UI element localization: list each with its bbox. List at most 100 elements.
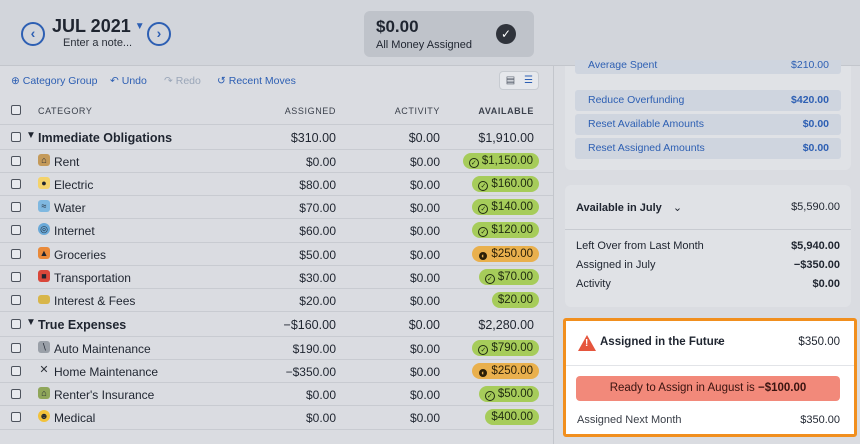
row-checkbox[interactable] — [11, 342, 21, 353]
reset-available-button[interactable]: Reset Available Amounts $0.00 — [575, 114, 841, 135]
month-note[interactable]: Enter a note... — [63, 37, 132, 49]
reset-assigned-button[interactable]: Reset Assigned Amounts $0.00 — [575, 138, 841, 159]
column-header-activity: ACTIVITY — [394, 106, 440, 116]
category-assigned[interactable]: $30.00 — [299, 271, 336, 285]
category-group-row[interactable]: ▼ True Expenses −$160.00 $0.00 $2,280.00 — [0, 312, 553, 337]
category-group-row[interactable]: ▼ Immediate Obligations $310.00 $0.00 $1… — [0, 125, 553, 150]
category-row[interactable]: ◎ Internet $60.00 $0.00 ✓ $120.00 — [0, 219, 553, 243]
category-activity[interactable]: $0.00 — [410, 342, 440, 356]
row-checkbox[interactable] — [11, 271, 21, 282]
row-checkbox[interactable] — [11, 202, 21, 213]
row-checkbox[interactable] — [11, 225, 21, 236]
row-checkbox[interactable] — [11, 132, 21, 142]
available-pill[interactable]: ✓ $140.00 — [472, 199, 539, 216]
view-toggle[interactable]: ▤ ☰ — [499, 71, 539, 90]
category-name[interactable]: Renter's Insurance — [54, 388, 154, 402]
caret-down-icon[interactable]: ▼ — [26, 130, 36, 141]
category-assigned[interactable]: $0.00 — [306, 388, 336, 402]
category-name[interactable]: Home Maintenance — [54, 365, 158, 379]
future-title[interactable]: Assigned in the Future — [600, 336, 725, 348]
category-assigned[interactable]: −$350.00 — [286, 365, 336, 379]
chevron-down-icon[interactable]: ⌄ — [673, 202, 682, 214]
available-pill[interactable]: ◐ $250.00 — [472, 363, 539, 380]
category-name[interactable]: Rent — [54, 155, 79, 169]
add-category-group-button[interactable]: ⊕ Category Group — [11, 75, 97, 87]
condensed-view-icon[interactable]: ▤ — [502, 74, 519, 87]
redo-button[interactable]: ↷ Redo — [164, 75, 201, 87]
category-row[interactable]: ● Electric $80.00 $0.00 ✓ $160.00 — [0, 173, 553, 197]
available-pill[interactable]: $400.00 — [485, 409, 539, 426]
next-month-button[interactable]: › — [147, 22, 171, 46]
category-row[interactable]: ▲ Groceries $50.00 $0.00 ◐ $250.00 — [0, 243, 553, 266]
group-name[interactable]: Immediate Obligations — [38, 131, 172, 145]
row-checkbox[interactable] — [11, 366, 21, 377]
available-amount: $5,590.00 — [791, 201, 840, 213]
previous-month-button[interactable]: ‹ — [21, 22, 45, 46]
category-activity[interactable]: $0.00 — [410, 411, 440, 425]
category-row[interactable]: Interest & Fees $20.00 $0.00 $20.00 — [0, 289, 553, 313]
category-activity[interactable]: $0.00 — [410, 388, 440, 402]
category-assigned[interactable]: $70.00 — [299, 201, 336, 215]
row-checkbox[interactable] — [11, 294, 21, 305]
category-name[interactable]: Electric — [54, 178, 93, 192]
category-row[interactable]: ≈ Water $70.00 $0.00 ✓ $140.00 — [0, 196, 553, 220]
ready-to-assign-warning[interactable]: Ready to Assign in August is −$100.00 — [576, 376, 840, 401]
activity-value: $0.00 — [812, 278, 840, 290]
category-assigned[interactable]: $190.00 — [293, 342, 336, 356]
category-row[interactable]: ☻ Medical $0.00 $0.00 $400.00 — [0, 406, 553, 430]
available-pill[interactable]: ✓ $790.00 — [472, 339, 539, 356]
expanded-view-icon[interactable]: ☰ — [520, 74, 537, 87]
group-name[interactable]: True Expenses — [38, 318, 126, 332]
row-checkbox[interactable] — [11, 178, 21, 189]
category-name[interactable]: Auto Maintenance — [54, 342, 151, 356]
category-activity[interactable]: $0.00 — [410, 178, 440, 192]
available-pill[interactable]: ✓ $120.00 — [472, 222, 539, 239]
category-activity[interactable]: $0.00 — [410, 365, 440, 379]
category-activity[interactable]: $0.00 — [410, 294, 440, 308]
available-pill[interactable]: $20.00 — [491, 291, 539, 308]
row-checkbox[interactable] — [11, 319, 21, 330]
row-checkbox[interactable] — [11, 412, 21, 423]
category-name[interactable]: Water — [54, 201, 86, 215]
category-name[interactable]: Transportation — [54, 271, 131, 285]
available-pill[interactable]: ✓ $70.00 — [478, 268, 539, 285]
category-assigned[interactable]: $60.00 — [299, 224, 336, 238]
available-pill[interactable]: ✓ $50.00 — [478, 386, 539, 403]
reduce-overfunding-button[interactable]: Reduce Overfunding $420.00 — [575, 90, 841, 111]
category-activity[interactable]: $0.00 — [410, 201, 440, 215]
category-row[interactable]: ∖ Auto Maintenance $190.00 $0.00 ✓ $790.0… — [0, 337, 553, 361]
category-assigned[interactable]: $20.00 — [299, 294, 336, 308]
category-row[interactable]: ■ Transportation $30.00 $0.00 ✓ $70.00 — [0, 266, 553, 289]
category-activity[interactable]: $0.00 — [410, 271, 440, 285]
category-assigned[interactable]: $0.00 — [306, 411, 336, 425]
available-pill[interactable]: ✓ $160.00 — [472, 175, 539, 192]
category-assigned[interactable]: $0.00 — [306, 155, 336, 169]
undo-button[interactable]: ↶ Undo — [110, 75, 147, 87]
select-all-checkbox[interactable] — [11, 105, 21, 115]
category-activity[interactable]: $0.00 — [410, 248, 440, 262]
row-checkbox[interactable] — [11, 248, 21, 259]
category-assigned[interactable]: $50.00 — [299, 248, 336, 262]
chevron-down-icon[interactable]: ⌄ — [714, 334, 723, 347]
available-pill[interactable]: ✓ $1,150.00 — [462, 152, 539, 169]
category-name[interactable]: Medical — [54, 411, 95, 425]
month-selector[interactable]: JUL 2021 ▼ — [52, 16, 145, 37]
category-activity[interactable]: $0.00 — [410, 155, 440, 169]
available-pill[interactable]: ◐ $250.00 — [472, 245, 539, 262]
recent-moves-button[interactable]: ↺ Recent Moves — [217, 75, 296, 87]
average-spent-button[interactable]: Average Spent $210.00 — [575, 59, 841, 74]
category-row[interactable]: ⌂ Renter's Insurance $0.00 $0.00 ✓ $50.00 — [0, 383, 553, 407]
caret-down-icon[interactable]: ▼ — [26, 317, 36, 328]
row-checkbox[interactable] — [11, 155, 21, 166]
available-amount: $120.00 — [491, 224, 533, 237]
category-name[interactable]: Internet — [54, 224, 95, 238]
category-activity[interactable]: $0.00 — [410, 224, 440, 238]
category-row[interactable]: ⌂ Rent $0.00 $0.00 ✓ $1,150.00 — [0, 150, 553, 173]
row-checkbox[interactable] — [11, 389, 21, 400]
category-name[interactable]: Groceries — [54, 248, 106, 262]
category-name[interactable]: Interest & Fees — [54, 294, 135, 308]
available-title[interactable]: Available in July ⌄ — [576, 201, 682, 214]
category-row[interactable]: ✕ Home Maintenance −$350.00 $0.00 ◐ $250.… — [0, 360, 553, 384]
assigned-in-month-value: −$350.00 — [793, 259, 840, 271]
category-assigned[interactable]: $80.00 — [299, 178, 336, 192]
